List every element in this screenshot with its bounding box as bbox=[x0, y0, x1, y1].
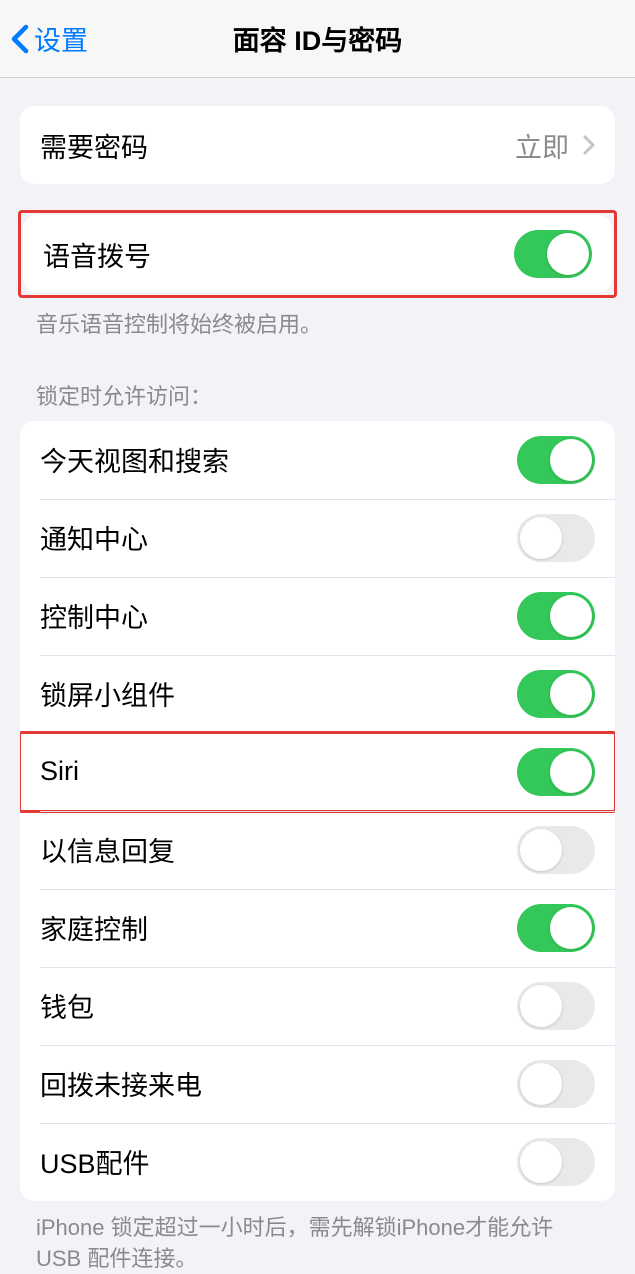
row-siri: Siri bbox=[20, 733, 615, 811]
today-view-toggle[interactable] bbox=[517, 436, 595, 484]
row-return-call: 回拨未接来电 bbox=[20, 1045, 615, 1123]
back-button[interactable]: 设置 bbox=[0, 19, 88, 58]
row-notification-center: 通知中心 bbox=[20, 499, 615, 577]
chevron-right-icon bbox=[583, 135, 595, 155]
row-today-view: 今天视图和搜索 bbox=[20, 421, 615, 499]
siri-toggle[interactable] bbox=[517, 748, 595, 796]
toggle-knob bbox=[547, 233, 589, 275]
row-value: 立即 bbox=[515, 126, 569, 165]
toggle-knob bbox=[520, 985, 562, 1027]
control-center-toggle[interactable] bbox=[517, 592, 595, 640]
navigation-header: 设置 面容 ID与密码 bbox=[0, 0, 635, 78]
row-label: USB配件 bbox=[40, 1142, 150, 1181]
row-usb-accessories: USB配件 bbox=[20, 1123, 615, 1201]
usb-footer: iPhone 锁定超过一小时后，需先解锁iPhone才能允许 USB 配件连接。 bbox=[0, 1201, 635, 1274]
toggle-knob bbox=[550, 907, 592, 949]
row-label: 控制中心 bbox=[40, 596, 148, 635]
toggle-knob bbox=[520, 1141, 562, 1183]
row-label: 需要密码 bbox=[40, 126, 148, 165]
page-title: 面容 ID与密码 bbox=[233, 19, 403, 58]
row-label: 今天视图和搜索 bbox=[40, 440, 229, 479]
back-label: 设置 bbox=[34, 19, 88, 58]
group-lock-access: 今天视图和搜索 通知中心 控制中心 锁屏小组件 Siri bbox=[20, 421, 615, 1201]
toggle-knob bbox=[520, 1063, 562, 1105]
chevron-left-icon bbox=[10, 24, 30, 54]
row-label: 钱包 bbox=[40, 986, 94, 1025]
toggle-knob bbox=[550, 595, 592, 637]
row-label: 回拨未接来电 bbox=[40, 1064, 202, 1103]
row-lock-widgets: 锁屏小组件 bbox=[20, 655, 615, 733]
row-home-control: 家庭控制 bbox=[20, 889, 615, 967]
row-label: Siri bbox=[40, 756, 79, 787]
voice-dial-toggle[interactable] bbox=[514, 230, 592, 278]
row-label: 以信息回复 bbox=[40, 830, 175, 869]
toggle-knob bbox=[550, 751, 592, 793]
row-value-container: 立即 bbox=[515, 126, 595, 165]
lock-section-header: 锁定时允许访问： bbox=[0, 379, 635, 421]
row-reply-message: 以信息回复 bbox=[20, 811, 615, 889]
row-voice-dial: 语音拨号 bbox=[23, 215, 612, 293]
row-label: 锁屏小组件 bbox=[40, 674, 175, 713]
content: 需要密码 立即 语音拨号 音乐语音控制将始终被启用。 锁定时允许访问： 今天视图… bbox=[0, 106, 635, 1274]
return-call-toggle[interactable] bbox=[517, 1060, 595, 1108]
toggle-knob bbox=[520, 829, 562, 871]
lock-widgets-toggle[interactable] bbox=[517, 670, 595, 718]
notification-center-toggle[interactable] bbox=[517, 514, 595, 562]
group-require-passcode: 需要密码 立即 bbox=[20, 106, 615, 184]
row-label: 通知中心 bbox=[40, 518, 148, 557]
usb-accessories-toggle[interactable] bbox=[517, 1138, 595, 1186]
group-voice-dial-highlight: 语音拨号 bbox=[18, 210, 617, 298]
toggle-knob bbox=[550, 673, 592, 715]
voice-dial-footer: 音乐语音控制将始终被启用。 bbox=[0, 298, 635, 341]
home-control-toggle[interactable] bbox=[517, 904, 595, 952]
row-wallet: 钱包 bbox=[20, 967, 615, 1045]
row-require-passcode[interactable]: 需要密码 立即 bbox=[20, 106, 615, 184]
reply-message-toggle[interactable] bbox=[517, 826, 595, 874]
wallet-toggle[interactable] bbox=[517, 982, 595, 1030]
row-control-center: 控制中心 bbox=[20, 577, 615, 655]
row-label: 家庭控制 bbox=[40, 908, 148, 947]
toggle-knob bbox=[550, 439, 592, 481]
toggle-knob bbox=[520, 517, 562, 559]
row-label: 语音拨号 bbox=[43, 235, 151, 274]
